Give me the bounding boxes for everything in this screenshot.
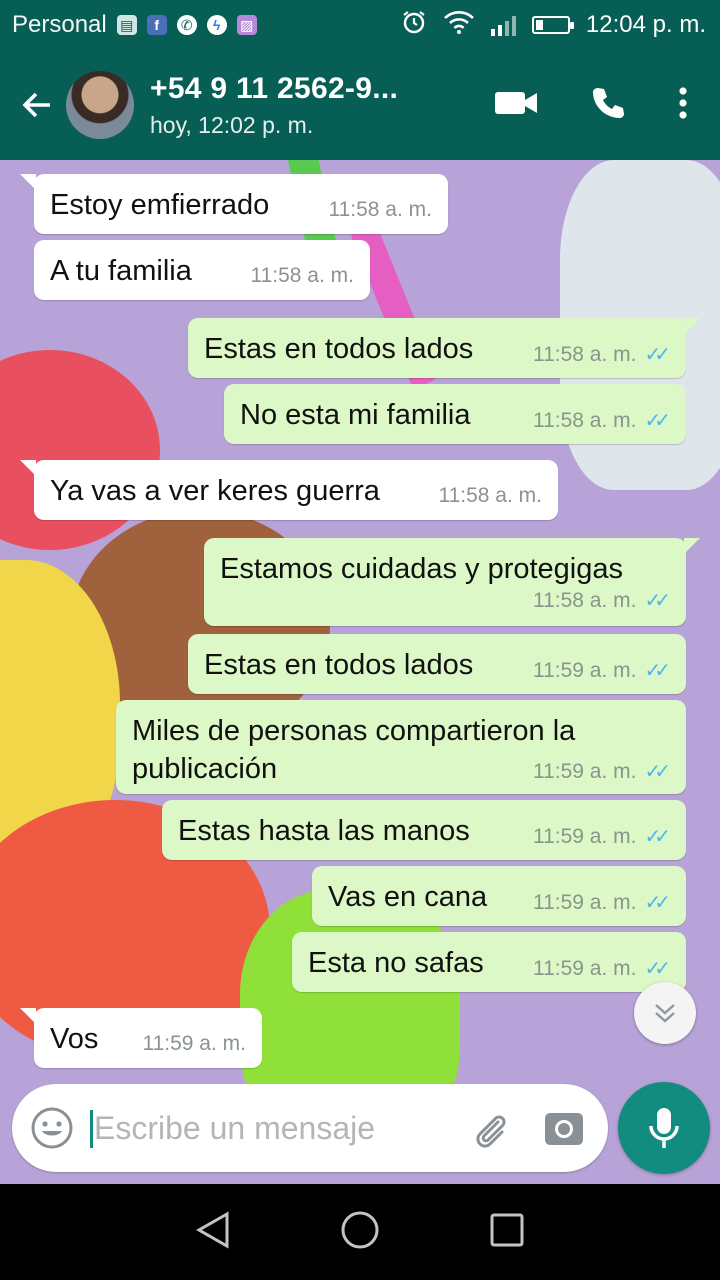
wifi-icon — [443, 9, 475, 42]
message-bubble-incoming[interactable]: Ya vas a ver keres guerra 11:58 a. m. — [20, 460, 558, 520]
double-check-icon: ✓✓ — [644, 660, 670, 682]
message-bubble-outgoing[interactable]: Estas en todos lados 11:58 a. m. ✓✓ — [188, 318, 700, 378]
battery-icon — [531, 16, 574, 34]
message-input-placeholder: Escribe un mensaje — [94, 1109, 376, 1146]
video-camera-icon — [495, 91, 537, 114]
facebook-icon: f — [146, 15, 167, 35]
message-text: Vos — [50, 1023, 99, 1055]
double-check-icon: ✓✓ — [644, 826, 670, 848]
double-chevron-down-icon — [655, 1004, 675, 1023]
message-time: 11:58 a. m. — [532, 342, 637, 366]
message-bubble-outgoing[interactable]: Miles de personas compartieron la public… — [116, 700, 686, 794]
whatsapp-icon: ✆ — [176, 15, 197, 35]
contact-info[interactable]: +54 9 11 2562-9... hoy, 12:02 p. m. — [150, 72, 494, 139]
message-time: 11:58 a. m. — [438, 484, 542, 507]
arrow-left-icon — [22, 92, 50, 118]
message-time: 11:58 a. m. — [532, 588, 637, 612]
message-time: 11:59 a. m. — [532, 658, 637, 682]
message-time: 11:59 a. m. — [532, 890, 637, 914]
message-bubble-incoming[interactable]: A tu familia 11:58 a. m. — [34, 240, 370, 300]
message-input[interactable]: Escribe un mensaje — [90, 1109, 472, 1148]
contact-name: +54 9 11 2562-9... — [150, 71, 399, 105]
nav-recents-button[interactable] — [489, 1212, 525, 1253]
message-time: 11:59 a. m. — [532, 759, 637, 783]
status-bar: Personal ▤ f ✆ ϟ ▨ 12:04 p. m. — [0, 0, 720, 50]
double-check-icon: ✓✓ — [644, 410, 670, 432]
back-button[interactable] — [0, 88, 66, 122]
double-check-icon: ✓✓ — [644, 892, 670, 914]
circle-home-icon — [341, 1211, 379, 1248]
carrier-label: Personal — [12, 11, 107, 38]
signal-icon — [490, 14, 516, 36]
triangle-back-icon — [195, 1210, 229, 1249]
double-check-icon: ✓✓ — [644, 958, 670, 980]
more-vertical-icon — [679, 86, 687, 119]
message-time: 11:58 a. m. — [250, 264, 354, 287]
message-text: No esta mi familia — [240, 399, 471, 431]
message-text: Estas hasta las manos — [178, 815, 470, 847]
message-time: 11:59 a. m. — [532, 956, 637, 980]
sim-icon: ▤ — [116, 15, 137, 35]
paperclip-icon[interactable] — [472, 1106, 516, 1150]
message-bubble-outgoing[interactable]: Estamos cuidadas y protegigas 11:58 a. m… — [204, 538, 700, 626]
voice-message-button[interactable] — [618, 1082, 710, 1174]
chat-header: +54 9 11 2562-9... hoy, 12:02 p. m. — [0, 50, 720, 160]
voice-call-button[interactable] — [590, 85, 626, 126]
gallery-icon: ▨ — [236, 15, 257, 35]
message-time: 11:59 a. m. — [142, 1032, 246, 1055]
alarm-icon — [401, 9, 427, 42]
nav-home-button[interactable] — [340, 1210, 380, 1255]
double-check-icon: ✓✓ — [644, 761, 670, 783]
message-bubble-incoming[interactable]: Vos 11:59 a. m. — [20, 1008, 262, 1068]
message-bubble-outgoing[interactable]: Estas en todos lados 11:59 a. m. ✓✓ — [188, 634, 686, 694]
message-text: Ya vas a ver keres guerra — [50, 475, 380, 507]
message-time: 11:58 a. m. — [328, 198, 432, 221]
message-bubble-outgoing[interactable]: Esta no safas 11:59 a. m. ✓✓ — [292, 932, 686, 992]
message-bubble-outgoing[interactable]: Estas hasta las manos 11:59 a. m. ✓✓ — [162, 800, 686, 860]
avatar[interactable] — [66, 71, 134, 139]
square-recents-icon — [490, 1213, 524, 1246]
message-text: Estamos cuidadas y protegigas — [220, 553, 623, 585]
chat-area[interactable]: Estoy emfierrado 11:58 a. m. A tu famili… — [0, 160, 720, 1184]
system-navigation-bar — [0, 1184, 720, 1280]
double-check-icon: ✓✓ — [644, 344, 670, 366]
last-seen: hoy, 12:02 p. m. — [150, 111, 314, 138]
text-caret — [90, 1109, 93, 1148]
double-check-icon: ✓✓ — [644, 590, 670, 612]
message-compose-bar: Escribe un mensaje — [12, 1084, 608, 1172]
message-text: A tu familia — [50, 255, 192, 287]
microphone-icon — [649, 1108, 679, 1148]
messenger-icon: ϟ — [206, 15, 227, 35]
message-text: Esta no safas — [308, 947, 484, 979]
message-time: 11:59 a. m. — [532, 824, 637, 848]
message-text: Estas en todos lados — [204, 649, 474, 681]
more-options-button[interactable] — [678, 86, 688, 125]
status-left: Personal ▤ f ✆ ϟ ▨ — [0, 11, 257, 39]
clock: 12:04 p. m. — [585, 11, 706, 38]
video-call-button[interactable] — [494, 88, 538, 123]
message-time: 11:58 a. m. — [532, 408, 637, 432]
message-bubble-outgoing[interactable]: Vas en cana 11:59 a. m. ✓✓ — [312, 866, 686, 926]
message-text: Estas en todos lados — [204, 333, 474, 365]
camera-icon[interactable] — [544, 1109, 584, 1147]
message-text: Estoy emfierrado — [50, 189, 270, 221]
status-right: 12:04 p. m. — [401, 9, 720, 42]
phone-icon — [593, 87, 624, 118]
scroll-to-bottom-button[interactable] — [634, 982, 696, 1044]
message-text: Vas en cana — [328, 881, 488, 913]
message-bubble-incoming[interactable]: Estoy emfierrado 11:58 a. m. — [20, 174, 448, 234]
emoji-icon[interactable] — [30, 1106, 74, 1150]
nav-back-button[interactable] — [195, 1210, 231, 1254]
message-bubble-outgoing[interactable]: No esta mi familia 11:58 a. m. ✓✓ — [224, 384, 686, 444]
